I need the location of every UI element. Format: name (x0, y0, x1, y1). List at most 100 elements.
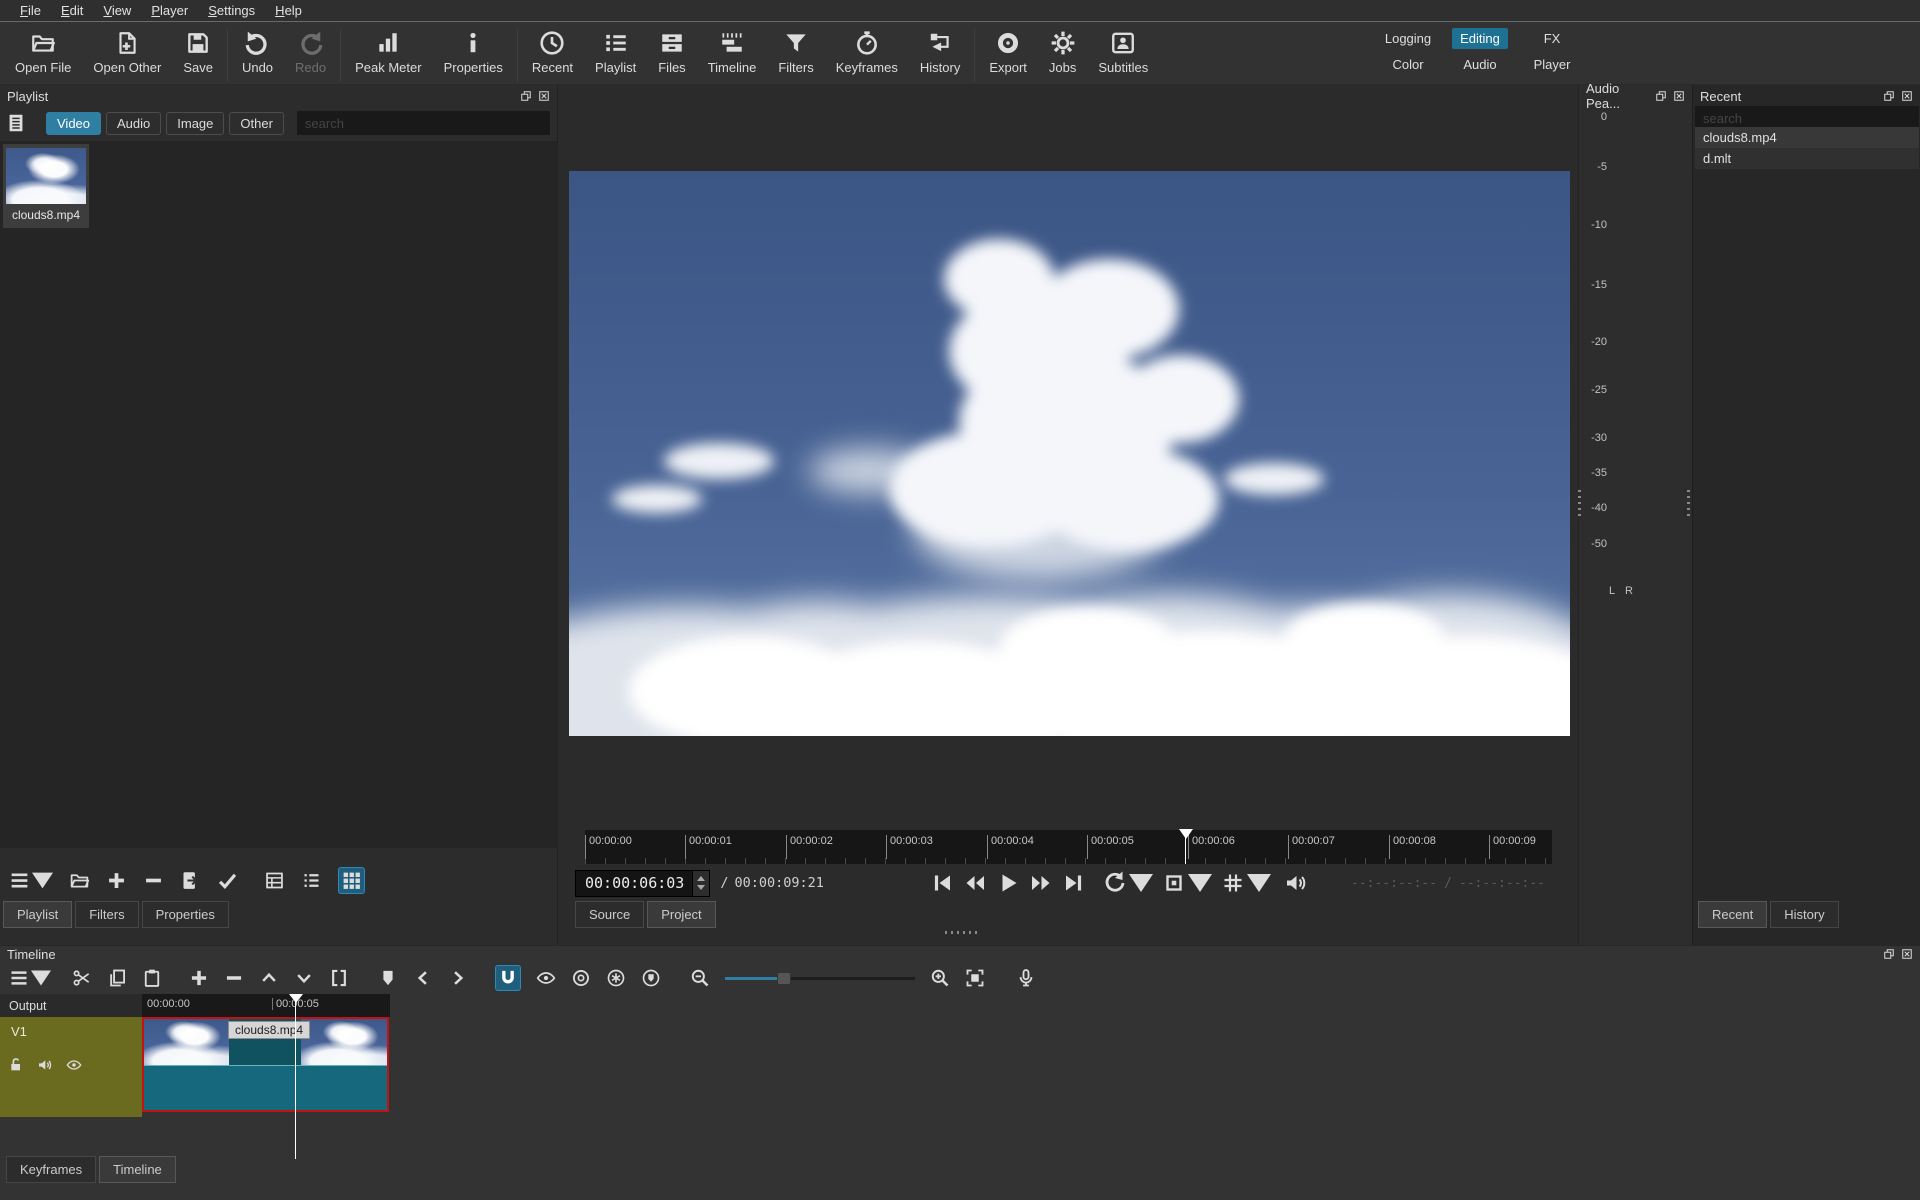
timeline-zoom-slider[interactable] (725, 972, 915, 985)
next-marker-button[interactable] (448, 968, 468, 988)
spin-down-icon[interactable] (697, 885, 705, 890)
tab-history[interactable]: History (1770, 901, 1838, 928)
split-button[interactable] (329, 968, 349, 988)
ripple-delete-button[interactable] (224, 968, 244, 988)
timeline-playhead[interactable] (289, 994, 303, 1003)
playlist-tab-other[interactable]: Other (229, 112, 284, 135)
tab-properties[interactable]: Properties (142, 901, 229, 928)
layout-audio-button[interactable]: Audio (1455, 54, 1504, 75)
menu-view[interactable]: View (93, 1, 141, 20)
overwrite-button[interactable] (294, 968, 314, 988)
tab-recent[interactable]: Recent (1698, 901, 1767, 928)
splitter-handle[interactable] (1578, 490, 1581, 520)
zoom-out-button[interactable] (690, 968, 710, 988)
copy-button[interactable] (107, 968, 127, 988)
mute-track-icon[interactable] (37, 1057, 53, 1073)
fast-forward-button[interactable] (1029, 871, 1053, 895)
timeline-clip-clouds8[interactable]: clouds8.mp4 (142, 1017, 389, 1112)
playlist-button[interactable]: Playlist (584, 27, 647, 78)
record-audio-button[interactable] (1016, 968, 1036, 988)
zoom-mode-button[interactable] (1162, 871, 1212, 895)
tab-timeline[interactable]: Timeline (99, 1156, 176, 1183)
tab-project[interactable]: Project (647, 901, 715, 928)
splitter-handle[interactable] (1687, 490, 1690, 520)
hide-track-icon[interactable] (66, 1057, 82, 1073)
tab-source[interactable]: Source (575, 901, 644, 928)
track-header-v1[interactable]: V1 (0, 1017, 142, 1117)
playlist-apply-button[interactable] (217, 870, 238, 891)
recent-button[interactable]: Recent (521, 27, 584, 78)
previous-marker-button[interactable] (413, 968, 433, 988)
playlist-open-button[interactable] (69, 870, 90, 891)
menu-file[interactable]: File (10, 1, 51, 20)
position-spinner[interactable] (692, 871, 709, 896)
layout-player-button[interactable]: Player (1526, 54, 1579, 75)
ripple-button[interactable] (571, 968, 591, 988)
menu-edit[interactable]: Edit (51, 1, 93, 20)
rewind-button[interactable] (963, 871, 987, 895)
playlist-view-menu-button[interactable] (5, 112, 27, 134)
timeline-menu-button[interactable] (9, 968, 51, 988)
zoom-fit-button[interactable] (965, 968, 985, 988)
close-panel-icon[interactable] (1901, 90, 1913, 102)
slider-handle[interactable] (777, 972, 791, 985)
undo-button[interactable]: Undo (231, 27, 284, 78)
float-panel-icon[interactable] (1883, 948, 1895, 960)
open-other-button[interactable]: Open Other (82, 27, 172, 78)
scrub-while-dragging-button[interactable] (536, 968, 556, 988)
timeline-button[interactable]: Timeline (697, 27, 768, 78)
player-seek-ruler[interactable]: 00:00:00 00:00:01 00:00:02 00:00:03 00:0… (585, 830, 1552, 864)
zoom-in-button[interactable] (930, 968, 950, 988)
filters-button[interactable]: Filters (767, 27, 824, 78)
timeline-ruler[interactable]: 00:00:00 00:00:05 (142, 994, 390, 1017)
menu-help[interactable]: Help (265, 1, 312, 20)
layout-editing-button[interactable]: Editing (1452, 28, 1508, 49)
cut-button[interactable] (72, 968, 92, 988)
history-button[interactable]: History (909, 27, 971, 78)
output-track-header[interactable]: Output (0, 994, 142, 1017)
layout-fx-button[interactable]: FX (1536, 28, 1569, 49)
close-panel-icon[interactable] (1901, 948, 1913, 960)
layout-logging-button[interactable]: Logging (1377, 28, 1439, 49)
tab-keyframes[interactable]: Keyframes (6, 1156, 96, 1183)
ripple-markers-button[interactable] (641, 968, 661, 988)
layout-color-button[interactable]: Color (1384, 54, 1431, 75)
playlist-remove-button[interactable] (143, 870, 164, 891)
view-icons-button[interactable] (338, 867, 365, 894)
append-button[interactable] (189, 968, 209, 988)
splitter-handle[interactable] (945, 931, 979, 934)
loop-button[interactable] (1103, 871, 1153, 895)
float-panel-icon[interactable] (1655, 90, 1667, 102)
float-panel-icon[interactable] (1883, 90, 1895, 102)
tab-filters[interactable]: Filters (75, 901, 138, 928)
save-button[interactable]: Save (172, 27, 224, 78)
playlist-tab-audio[interactable]: Audio (106, 112, 161, 135)
player-playhead[interactable] (1179, 829, 1193, 839)
close-panel-icon[interactable] (538, 90, 550, 102)
ripple-all-tracks-button[interactable] (606, 968, 626, 988)
lift-button[interactable] (259, 968, 279, 988)
view-details-button[interactable] (264, 870, 285, 891)
playlist-menu-button[interactable] (9, 870, 53, 891)
properties-button[interactable]: Properties (433, 27, 514, 78)
close-panel-icon[interactable] (1673, 90, 1685, 102)
subtitles-button[interactable]: Subtitles (1087, 27, 1159, 78)
recent-item-dmlt[interactable]: d.mlt (1695, 148, 1919, 169)
paste-button[interactable] (142, 968, 162, 988)
playlist-search-input[interactable] (297, 111, 550, 135)
float-panel-icon[interactable] (520, 90, 532, 102)
skip-to-end-button[interactable] (1062, 871, 1086, 895)
export-button[interactable]: Export (978, 27, 1038, 78)
spin-up-icon[interactable] (697, 876, 705, 881)
keyframes-button[interactable]: Keyframes (825, 27, 909, 78)
menu-settings[interactable]: Settings (198, 1, 265, 20)
playlist-item-clouds8[interactable]: clouds8.mp4 (3, 144, 89, 228)
marker-button[interactable] (378, 968, 398, 988)
current-position-field[interactable]: 00:00:06:03 (575, 870, 710, 897)
recent-item-clouds8[interactable]: clouds8.mp4 (1695, 127, 1919, 148)
files-button[interactable]: Files (647, 27, 696, 78)
volume-button[interactable] (1284, 871, 1308, 895)
play-button[interactable] (996, 871, 1020, 895)
peak-meter-button[interactable]: Peak Meter (344, 27, 432, 78)
playlist-update-button[interactable] (180, 870, 201, 891)
